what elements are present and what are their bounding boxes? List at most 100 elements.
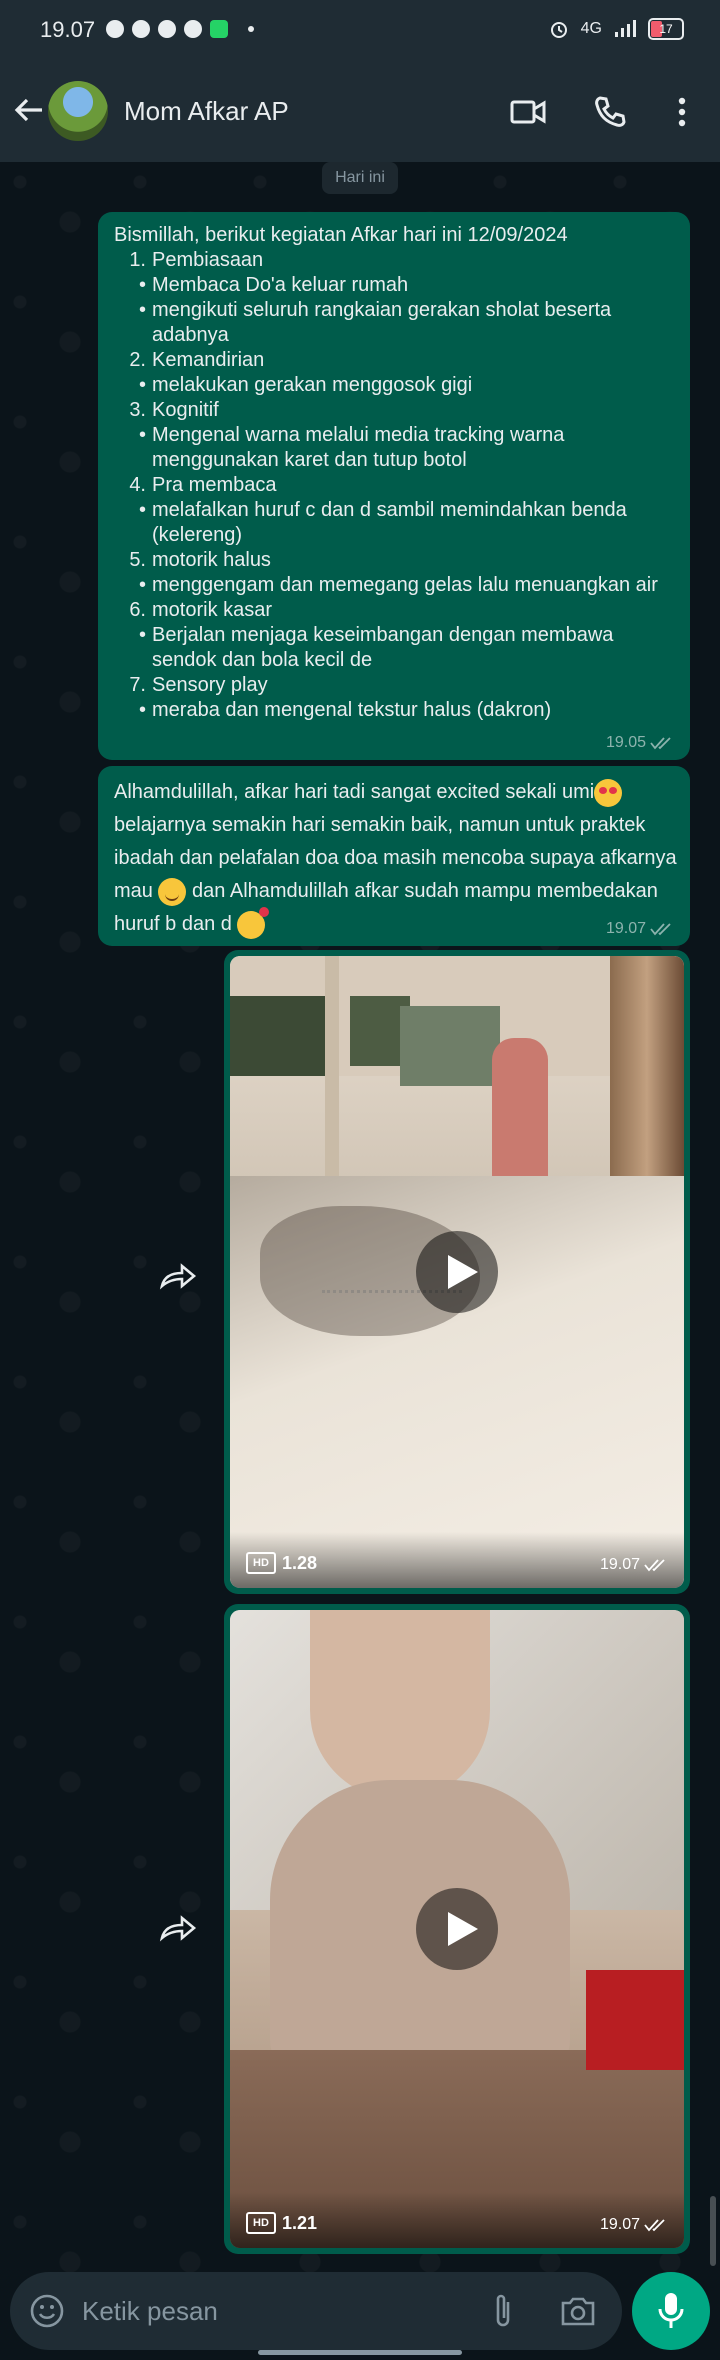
activity-text: motorik kasar: [152, 599, 273, 621]
heart-eyes-emoji-icon: [594, 778, 623, 807]
forward-icon[interactable]: [158, 1260, 200, 1292]
emoji-icon[interactable]: [28, 2292, 66, 2330]
message-time: 19.07: [599, 2216, 640, 2233]
list-marker: 7.: [129, 674, 146, 696]
message-input[interactable]: Ketik pesan: [82, 2296, 218, 2327]
activity-text: Kognitif: [152, 399, 219, 421]
red-object: [586, 1970, 684, 2070]
activity-text: Berjalan menjaga keseimbangan dengan mem…: [152, 624, 614, 671]
activity-line: 1. Pembiasaan: [114, 248, 674, 273]
message-time: 19.07: [599, 1556, 640, 1573]
whatsapp-notification-icon: [210, 20, 228, 38]
list-marker: •: [138, 574, 146, 596]
message-meta: 19.05: [606, 734, 676, 752]
battery-level: 17: [659, 22, 673, 36]
scrollbar[interactable]: [710, 2196, 716, 2266]
double-check-icon: [650, 923, 671, 936]
activity-list: 1. Pembiasaan • Membaca Do'a keluar rumah • m…: [114, 248, 674, 723]
list-marker: 2.: [129, 349, 146, 371]
activity-line: 4. Pra membaca: [114, 473, 674, 498]
activity-line: • melafalkan huruf c dan d sambil meminda…: [114, 498, 674, 548]
activity-text: Pembiasaan: [152, 249, 264, 271]
list-marker: •: [138, 299, 146, 321]
video-duration: 1.21: [282, 2213, 318, 2233]
contact-avatar[interactable]: [48, 81, 108, 141]
forward-icon[interactable]: [158, 1912, 200, 1944]
message-text-part: Alhamdulillah, afkar hari tadi sangat ex…: [114, 781, 595, 803]
video-duration: 1.28: [282, 1553, 318, 1573]
activity-line: • melakukan gerakan menggosok gigi: [114, 373, 674, 398]
back-arrow-icon[interactable]: [12, 93, 46, 127]
video-info-overlay: HD 1.21 19.07: [230, 2192, 684, 2248]
contact-name[interactable]: Mom Afkar AP: [124, 96, 289, 127]
list-marker: 5.: [129, 549, 146, 571]
activity-line: 3. Kognitif: [114, 398, 674, 423]
list-marker: •: [138, 499, 146, 521]
message-meta: 19.07: [600, 1556, 670, 1574]
fan-icon: [184, 20, 202, 38]
message-text: Alhamdulillah, afkar hari tadi sangat ex…: [114, 776, 678, 941]
outgoing-message-feedback[interactable]: Alhamdulillah, afkar hari tadi sangat ex…: [98, 766, 690, 946]
smiling-hearts-emoji-icon: [237, 906, 270, 939]
activity-line: • mengikuti seluruh rangkaian gerakan sho…: [114, 298, 674, 348]
double-check-icon: [644, 2219, 665, 2232]
more-notifications-dot: [248, 26, 254, 32]
message-title: Bismillah, berikut kegiatan Afkar hari i…: [114, 224, 568, 246]
activity-text: motorik halus: [152, 549, 271, 571]
list-marker: •: [138, 424, 146, 446]
play-button[interactable]: [416, 1888, 498, 1970]
date-chip: Hari ini: [322, 162, 398, 194]
activity-text: melakukan gerakan menggosok gigi: [152, 374, 473, 396]
activity-line: • meraba dan mengenal tekstur halus (dakr…: [114, 698, 674, 723]
list-marker: •: [138, 374, 146, 396]
alarm-icon: [550, 22, 567, 38]
video-thumbnail[interactable]: HD 1.28 19.07: [230, 956, 684, 1588]
activity-text: menggengam dan memegang gelas lalu menua…: [152, 574, 658, 596]
activity-line: 7. Sensory play: [114, 673, 674, 698]
double-check-icon: [644, 1559, 665, 1572]
activity-text: Membaca Do'a keluar rumah: [152, 274, 409, 296]
system-icons: 4G 17: [549, 18, 684, 40]
activity-line: 6. motorik kasar: [114, 598, 674, 623]
message-time: 19.07: [605, 920, 646, 937]
video-thumbnail[interactable]: HD 1.21 19.07: [230, 1610, 684, 2248]
video-message-1[interactable]: HD 1.28 19.07: [224, 950, 690, 1594]
camera-icon[interactable]: [558, 2292, 598, 2330]
status-time: 19.07: [40, 17, 96, 42]
message-input-bar[interactable]: Ketik pesan: [10, 2272, 622, 2350]
hd-badge: HD: [246, 2212, 276, 2234]
notification-icons: [106, 20, 254, 38]
list-marker: 6.: [129, 599, 146, 621]
list-marker: •: [138, 624, 146, 646]
home-indicator: [258, 2350, 462, 2355]
chat-header: Mom Afkar AP: [0, 60, 720, 162]
hd-badge: HD: [246, 1552, 276, 1574]
activity-line: • Membaca Do'a keluar rumah: [114, 273, 674, 298]
voice-record-button[interactable]: [632, 2272, 710, 2350]
list-marker: 3.: [129, 399, 146, 421]
video-info-overlay: HD 1.28 19.07: [230, 1532, 684, 1588]
activity-line: • Berjalan menjaga keseimbangan dengan me…: [114, 623, 674, 673]
activity-line: 5. motorik halus: [114, 548, 674, 573]
window-view: [230, 996, 330, 1076]
voice-call-icon[interactable]: [588, 90, 632, 134]
activity-text: mengikuti seluruh rangkaian gerakan shol…: [152, 299, 612, 346]
attachment-icon[interactable]: [488, 2290, 518, 2332]
play-button[interactable]: [416, 1231, 498, 1313]
message-text-part: dan Alhamdulillah afkar sudah mampu memb…: [114, 880, 658, 935]
double-check-icon: [650, 737, 671, 750]
video-message-2[interactable]: HD 1.21 19.07: [224, 1604, 690, 2254]
more-options-icon[interactable]: [660, 90, 704, 134]
child-head: [310, 1610, 490, 1800]
chat-notification-icon: [158, 20, 176, 38]
activity-text: Sensory play: [152, 674, 268, 696]
message-meta: 19.07: [600, 2216, 670, 2234]
activity-text: meraba dan mengenal tekstur halus (dakro…: [152, 699, 552, 721]
instagram-icon: [132, 20, 150, 38]
network-type-label: 4G: [580, 20, 602, 37]
list-marker: 4.: [129, 474, 146, 496]
status-bar: 19.07 4G 17: [0, 0, 720, 60]
signal-icon: [615, 20, 636, 37]
outgoing-message-activities[interactable]: Bismillah, berikut kegiatan Afkar hari i…: [98, 212, 690, 760]
video-call-icon[interactable]: [506, 90, 550, 134]
